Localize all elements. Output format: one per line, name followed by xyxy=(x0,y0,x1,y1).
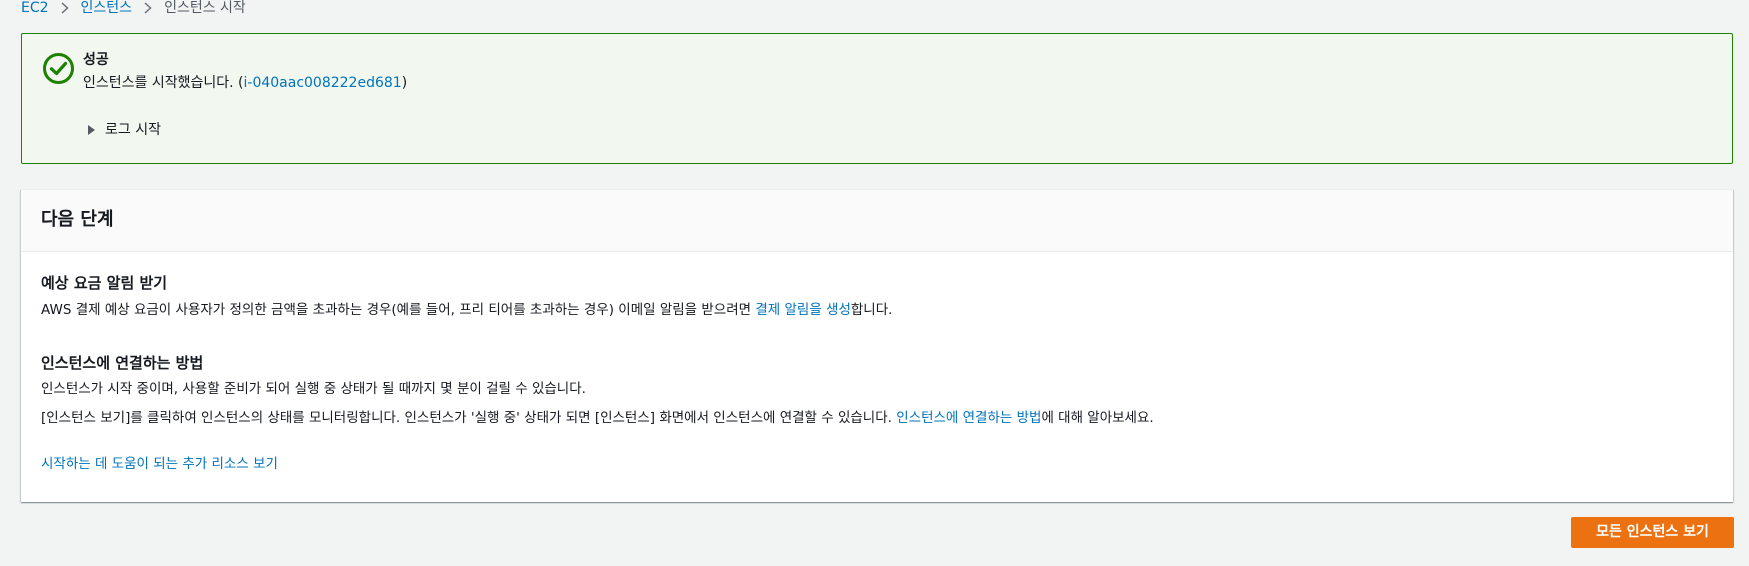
how-to-connect-title: 인스턴스에 연결하는 방법 xyxy=(41,354,204,372)
how-to-connect-link[interactable]: 인스턴스에 연결하는 방법 xyxy=(896,410,1041,426)
flash-header: 성공 xyxy=(83,52,109,68)
view-all-instances-button[interactable]: 모든 인스턴스 보기 xyxy=(1571,517,1734,548)
flash-message-suffix: ) xyxy=(401,75,408,91)
caret-right-icon xyxy=(88,125,95,135)
success-flash: 성공 인스턴스를 시작했습니다. (i-040aac008222ed681) 로… xyxy=(21,33,1733,164)
flash-message: 인스턴스를 시작했습니다. (i-040aac008222ed681) xyxy=(83,74,407,92)
expander-label: 로그 시작 xyxy=(105,122,161,138)
panel-header: 다음 단계 xyxy=(21,190,1733,252)
how-to-connect-line1: 인스턴스가 시작 중이며, 사용할 준비가 되어 실행 중 상태가 될 때까지 … xyxy=(41,381,586,397)
more-resources-link[interactable]: 시작하는 데 도움이 되는 추가 리소스 보기 xyxy=(41,455,278,473)
breadcrumb-item-instances[interactable]: 인스턴스 xyxy=(81,0,133,16)
chevron-right-icon xyxy=(61,2,69,14)
create-billing-alerts-link[interactable]: 결제 알림을 생성 xyxy=(755,302,851,318)
flash-message-prefix: 인스턴스를 시작했습니다. ( xyxy=(83,75,244,91)
check-circle-icon xyxy=(42,52,75,85)
launch-log-expander[interactable]: 로그 시작 xyxy=(88,121,161,139)
billing-alerts-text-prefix: AWS 결제 예상 요금이 사용자가 정의한 금액을 초과하는 경우(예를 들어… xyxy=(41,302,756,318)
how-to-connect-line2-suffix: 에 대해 알아보세요. xyxy=(1041,410,1154,426)
billing-alerts-title: 예상 요금 알림 받기 xyxy=(41,274,168,292)
breadcrumb-item-ec2[interactable]: EC2 xyxy=(21,0,49,16)
billing-alerts-text: AWS 결제 예상 요금이 사용자가 정의한 금액을 초과하는 경우(예를 들어… xyxy=(41,301,892,319)
next-steps-panel: 다음 단계 예상 요금 알림 받기 AWS 결제 예상 요금이 사용자가 정의한… xyxy=(21,189,1733,502)
breadcrumb: EC2 인스턴스 인스턴스 시작 xyxy=(21,0,246,16)
instance-id-link[interactable]: i-040aac008222ed681 xyxy=(244,75,402,91)
breadcrumb-item-current: 인스턴스 시작 xyxy=(164,0,246,16)
panel-title: 다음 단계 xyxy=(41,209,114,230)
chevron-right-icon xyxy=(144,2,152,14)
how-to-connect-line2-prefix: [인스턴스 보기]를 클릭하여 인스턴스의 상태를 모니터링합니다. 인스턴스가… xyxy=(41,410,897,426)
how-to-connect-line2: [인스턴스 보기]를 클릭하여 인스턴스의 상태를 모니터링합니다. 인스턴스가… xyxy=(41,409,1154,427)
billing-alerts-text-suffix: 합니다. xyxy=(850,302,893,318)
